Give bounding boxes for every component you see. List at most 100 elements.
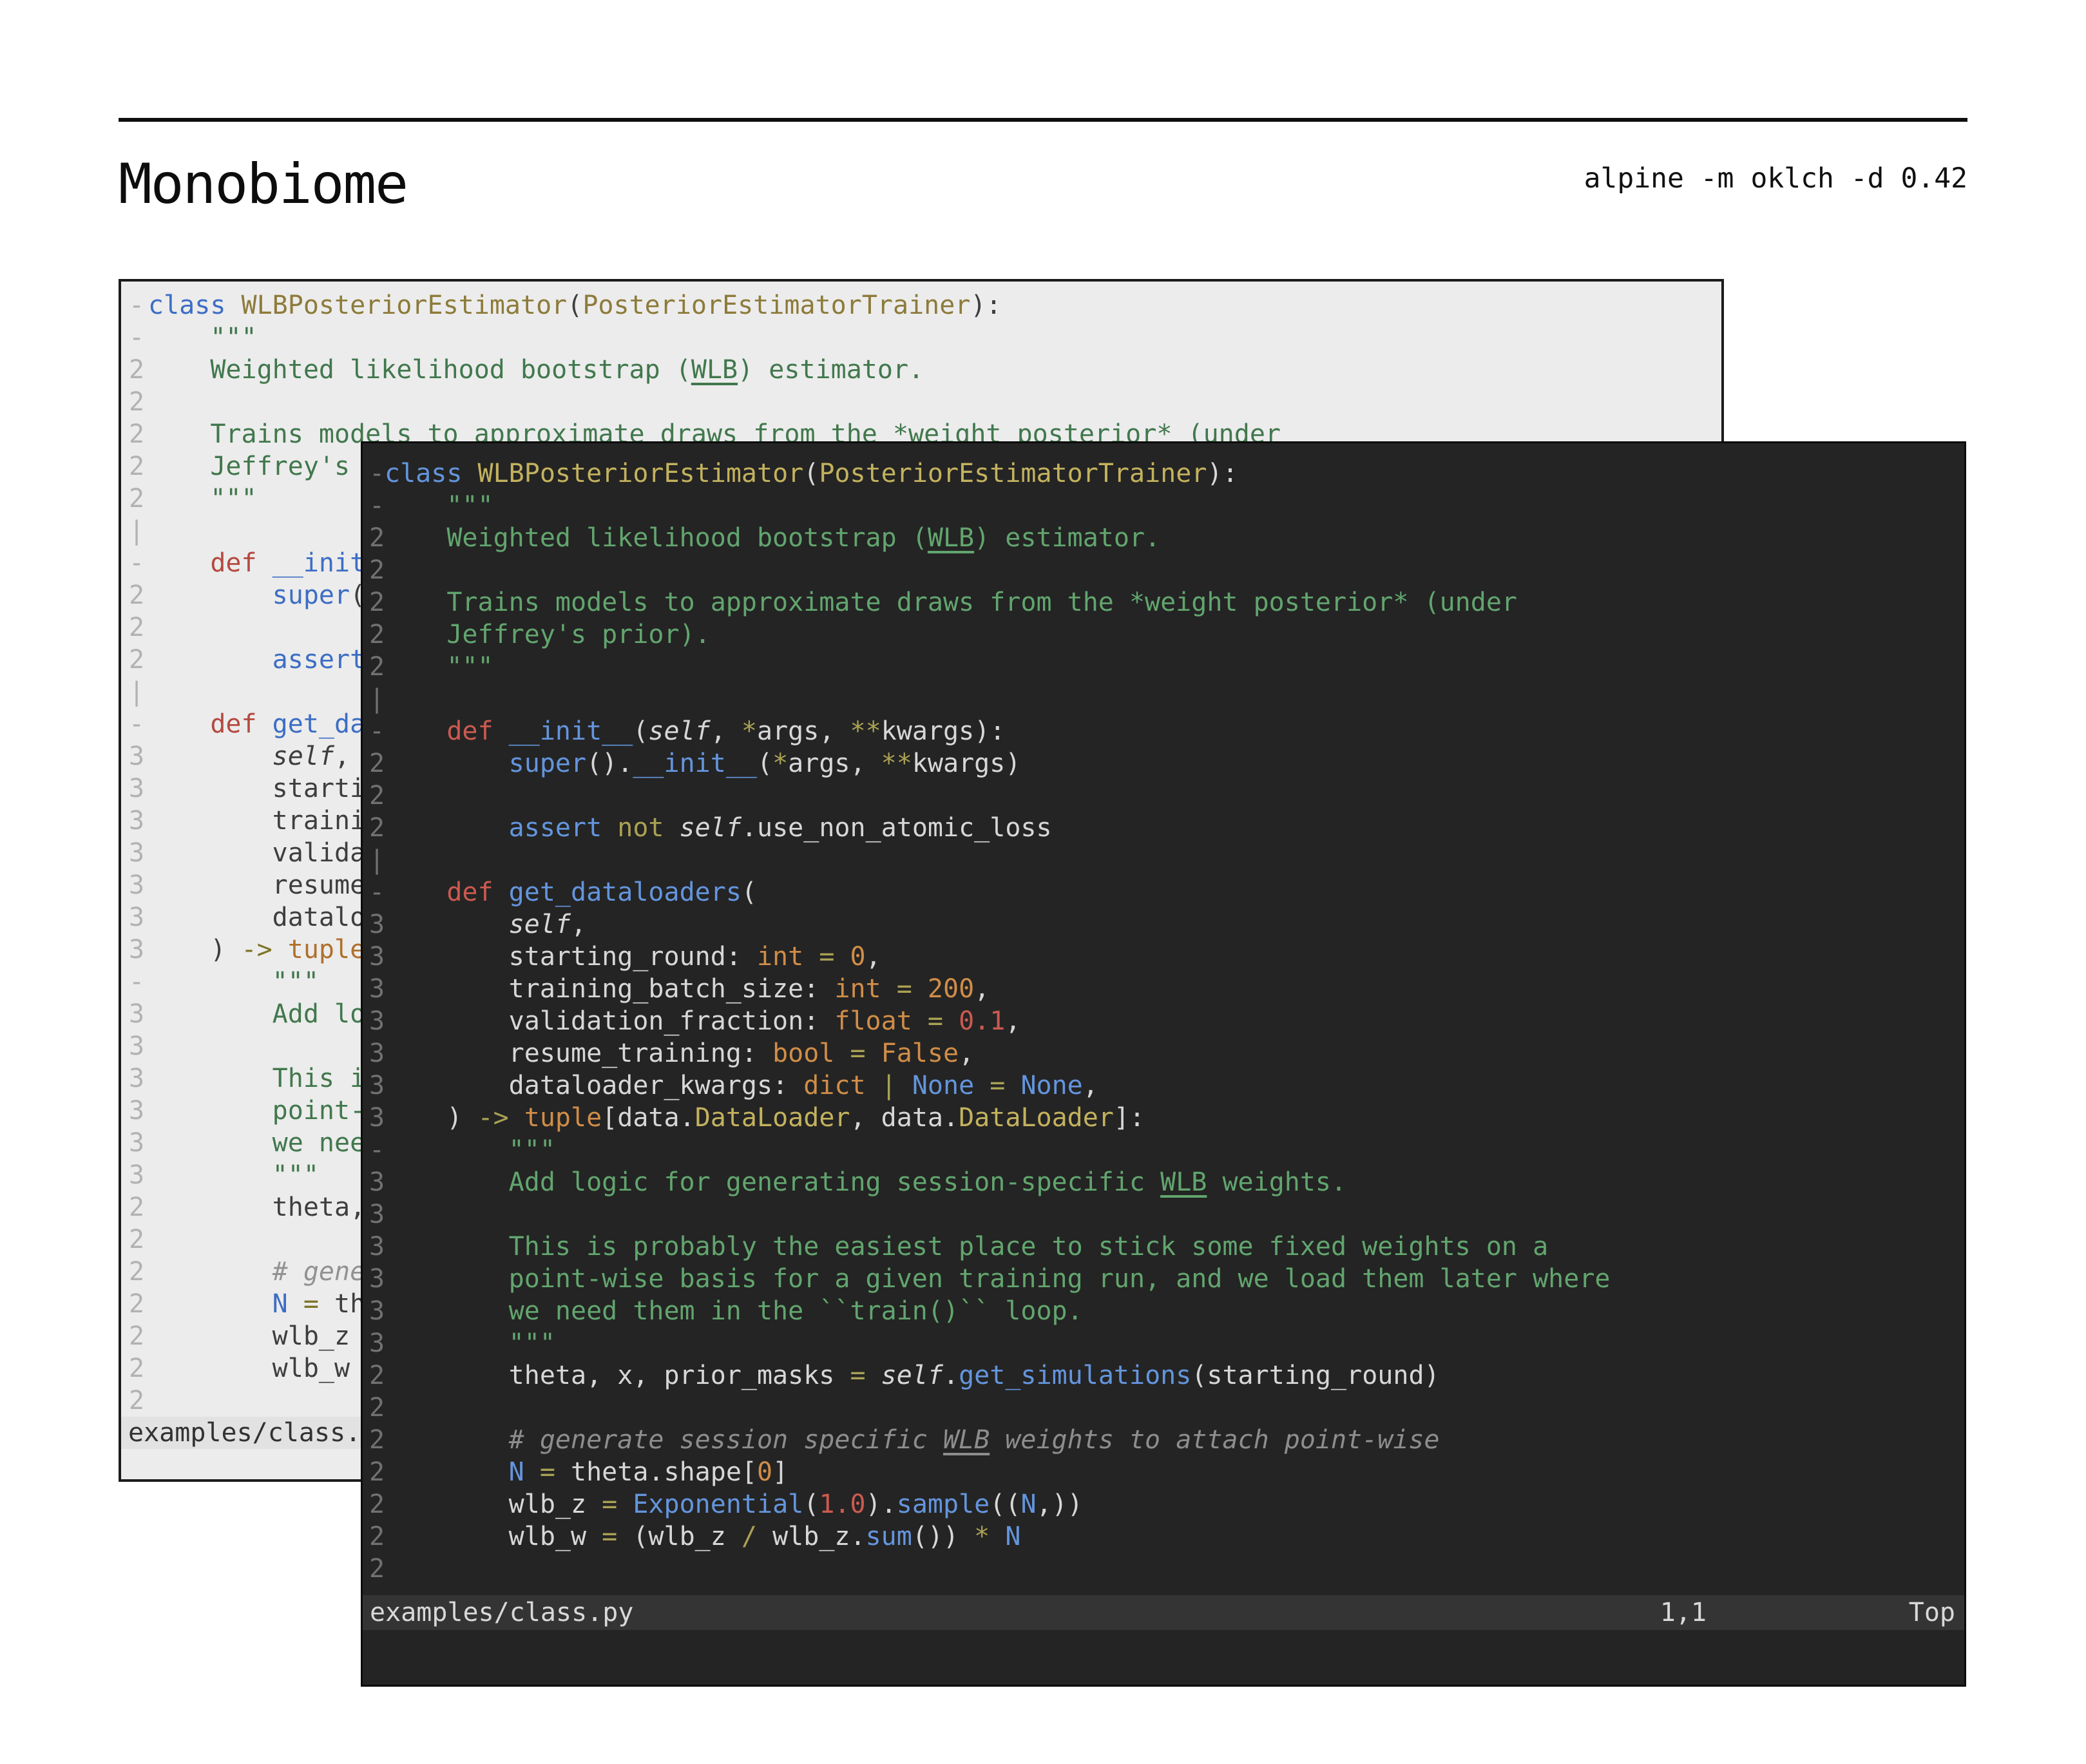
fold-marker: 2: [369, 1456, 385, 1488]
code-line[interactable]: 2: [121, 386, 1721, 418]
fold-marker: 2: [369, 586, 385, 618]
code-text: def get_dataloaders(: [385, 877, 757, 907]
code-text: validation_fraction: float = 0.1,: [385, 1006, 1020, 1036]
code-line[interactable]: |: [363, 844, 1964, 876]
code-text: """: [148, 484, 257, 513]
code-text: class WLBPosteriorEstimator(PosteriorEst…: [148, 291, 1002, 320]
code-line[interactable]: 2 """: [363, 651, 1964, 683]
fold-marker: 3: [129, 869, 148, 901]
code-line[interactable]: 3 training_batch_size: int = 200,: [363, 973, 1964, 1005]
fold-marker: 2: [369, 522, 385, 554]
fold-marker: 3: [129, 837, 148, 869]
code-line[interactable]: 2 assert not self.use_non_atomic_loss: [363, 812, 1964, 844]
code-text: """: [385, 1135, 555, 1165]
code-text: Jeffrey's prior).: [385, 620, 711, 649]
code-line[interactable]: 2 Trains models to approximate draws fro…: [363, 586, 1964, 618]
code-line[interactable]: 2 N = theta.shape[0]: [363, 1456, 1964, 1488]
fold-marker: 3: [129, 1127, 148, 1159]
code-line[interactable]: 2 theta, x, prior_masks = self.get_simul…: [363, 1359, 1964, 1392]
code-text: assert not self.use_non_atomic_loss: [385, 813, 1052, 843]
fold-marker: -: [369, 457, 385, 490]
code-line[interactable]: 2 Weighted likelihood bootstrap (WLB) es…: [363, 522, 1964, 554]
fold-marker: 2: [369, 1392, 385, 1424]
statusline-ruler: 1,1: [1660, 1595, 1707, 1630]
fold-marker: 3: [369, 1295, 385, 1327]
fold-marker: 3: [129, 772, 148, 805]
code-text: """: [148, 1160, 319, 1190]
fold-marker: 2: [129, 386, 148, 418]
code-text: ) -> tuple[data.DataLoader, data.DataLoa…: [385, 1103, 1145, 1133]
code-line[interactable]: 2: [363, 780, 1964, 812]
code-line[interactable]: 3 ) -> tuple[data.DataLoader, data.DataL…: [363, 1102, 1964, 1134]
code-line[interactable]: 2: [363, 1553, 1964, 1585]
code-line[interactable]: - """: [121, 321, 1721, 354]
fold-marker: 2: [369, 812, 385, 844]
fold-marker: 2: [129, 1385, 148, 1417]
code-line[interactable]: - """: [363, 1134, 1964, 1166]
code-line[interactable]: 3 dataloader_kwargs: dict | None = None,: [363, 1069, 1964, 1102]
code-text: wlb_w = (wlb_z / wlb_z.sum()) * N: [385, 1522, 1020, 1551]
code-line[interactable]: 2 Jeffrey's prior).: [363, 618, 1964, 651]
code-line[interactable]: 3 This is probably the easiest place to …: [363, 1231, 1964, 1263]
fold-marker: 3: [369, 908, 385, 941]
fold-marker: 3: [369, 1166, 385, 1198]
fold-marker: 3: [369, 1327, 385, 1359]
editor-window-dark[interactable]: -class WLBPosteriorEstimator(PosteriorEs…: [361, 441, 1966, 1687]
fold-marker: 2: [129, 1256, 148, 1288]
fold-marker: 3: [369, 1198, 385, 1231]
code-line[interactable]: 3 point-wise basis for a given training …: [363, 1263, 1964, 1295]
code-line[interactable]: |: [363, 683, 1964, 715]
code-line[interactable]: 3 self,: [363, 908, 1964, 941]
fold-marker: 3: [369, 1037, 385, 1069]
fold-marker: 2: [129, 644, 148, 676]
fold-marker: 3: [129, 805, 148, 837]
fold-marker: 3: [369, 1005, 385, 1037]
code-line[interactable]: - def __init__(self, *args, **kwargs):: [363, 715, 1964, 747]
code-line[interactable]: 3 Add logic for generating session-speci…: [363, 1166, 1964, 1198]
code-line[interactable]: 3: [363, 1198, 1964, 1231]
code-text: starting_round: int = 0,: [385, 942, 881, 972]
code-text: Add logic for generating session-specifi…: [385, 1167, 1346, 1197]
code-line[interactable]: 3 starting_round: int = 0,: [363, 941, 1964, 973]
code-line[interactable]: 2: [363, 1392, 1964, 1424]
code-line[interactable]: 2 wlb_w = (wlb_z / wlb_z.sum()) * N: [363, 1520, 1964, 1553]
fold-marker: 2: [129, 483, 148, 515]
code-line[interactable]: 2 # generate session specific WLB weight…: [363, 1424, 1964, 1456]
fold-marker: 2: [369, 651, 385, 683]
statusline-scroll-position: Top: [1909, 1595, 1955, 1630]
code-line[interactable]: 2 Weighted likelihood bootstrap (WLB) es…: [121, 354, 1721, 386]
fold-marker: |: [369, 844, 385, 876]
code-line[interactable]: 2 super().__init__(*args, **kwargs): [363, 747, 1964, 780]
code-line[interactable]: 3 """: [363, 1327, 1964, 1359]
code-line[interactable]: - """: [363, 490, 1964, 522]
code-line[interactable]: -class WLBPosteriorEstimator(PosteriorEs…: [121, 289, 1721, 321]
code-text: This is probably the easiest place to st…: [385, 1232, 1548, 1261]
fold-marker: 3: [129, 934, 148, 966]
theme-command: alpine -m oklch -d 0.42: [1584, 162, 1967, 195]
code-line[interactable]: 2: [363, 554, 1964, 586]
code-line[interactable]: 3 we need them in the ``train()`` loop.: [363, 1295, 1964, 1327]
fold-marker: 2: [369, 780, 385, 812]
fold-marker: 2: [369, 618, 385, 651]
code-line[interactable]: - def get_dataloaders(: [363, 876, 1964, 908]
statusline-filename: examples/class.py: [128, 1417, 392, 1449]
fold-marker: 2: [369, 1553, 385, 1585]
code-line[interactable]: 2 wlb_z = Exponential(1.0).sample((N,)): [363, 1488, 1964, 1520]
code-editor[interactable]: -class WLBPosteriorEstimator(PosteriorEs…: [363, 457, 1964, 1585]
statusline: examples/class.py 1,1 Top: [363, 1595, 1964, 1630]
code-text: Weighted likelihood bootstrap (WLB) esti…: [148, 355, 924, 385]
fold-marker: 2: [129, 418, 148, 450]
fold-marker: -: [129, 321, 148, 354]
fold-marker: -: [129, 547, 148, 579]
fold-marker: 2: [369, 747, 385, 780]
code-line[interactable]: 3 resume_training: bool = False,: [363, 1037, 1964, 1069]
code-text: super().__init__(*args, **kwargs): [385, 749, 1020, 778]
fold-marker: 3: [129, 740, 148, 772]
fold-marker: 2: [129, 450, 148, 483]
fold-marker: 3: [369, 1263, 385, 1295]
code-line[interactable]: 3 validation_fraction: float = 0.1,: [363, 1005, 1964, 1037]
fold-marker: 2: [369, 554, 385, 586]
page-title: Monobiome: [119, 152, 407, 216]
code-line[interactable]: -class WLBPosteriorEstimator(PosteriorEs…: [363, 457, 1964, 490]
fold-marker: -: [129, 708, 148, 740]
